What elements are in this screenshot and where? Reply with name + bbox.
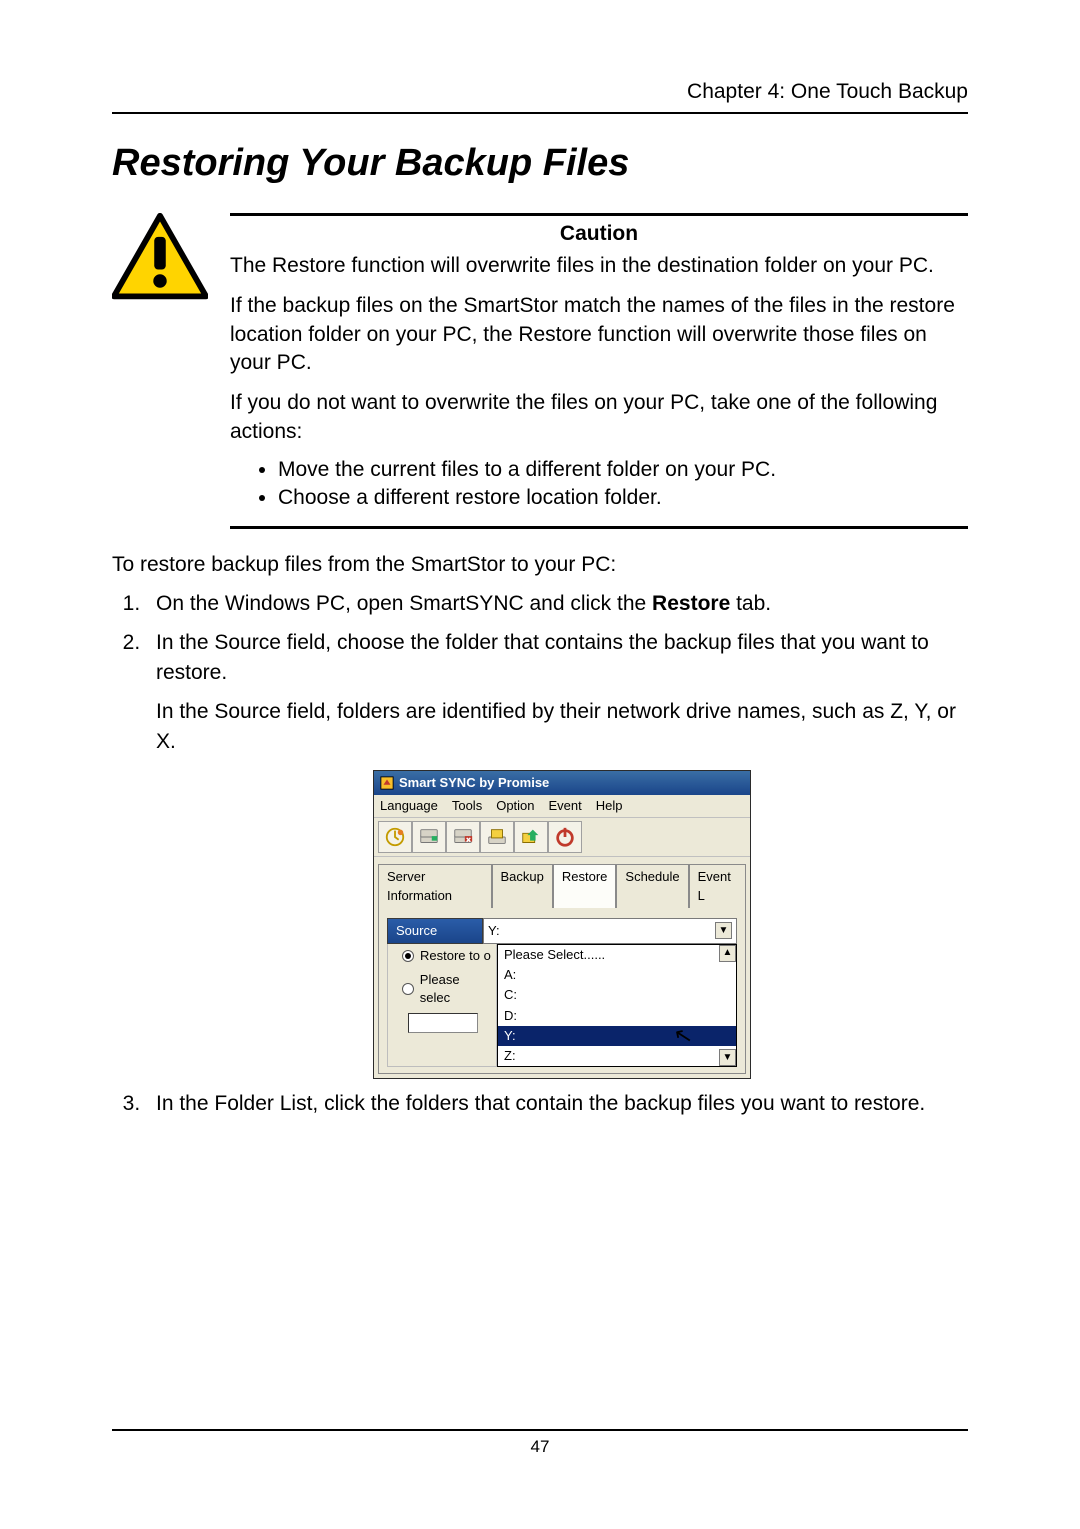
chapter-header: Chapter 4: One Touch Backup: [112, 80, 968, 114]
scrollbar[interactable]: ▲ ▼: [719, 945, 736, 1066]
menu-event[interactable]: Event: [549, 797, 582, 815]
tab-backup[interactable]: Backup: [492, 864, 553, 907]
scroll-up-icon[interactable]: ▲: [719, 945, 736, 962]
tab-schedule[interactable]: Schedule: [616, 864, 688, 907]
toolbar-server-icon[interactable]: [378, 821, 412, 853]
chevron-down-icon[interactable]: ▼: [715, 922, 732, 939]
dropdown-option-a[interactable]: A:: [498, 965, 736, 985]
radio-group: Restore to o Please selec: [387, 944, 497, 1067]
source-dropdown-list[interactable]: Please Select...... A: C: D: Y: Z: ▲ ▼: [497, 944, 737, 1067]
step-3-text: In the Folder List, click the folders th…: [156, 1092, 925, 1115]
source-dropdown[interactable]: Y: ▼: [483, 918, 737, 944]
caution-heading: Caution: [230, 222, 968, 246]
menu-tools[interactable]: Tools: [452, 797, 482, 815]
step-1-text-post: tab.: [730, 592, 771, 615]
toolbar-map-drive-icon[interactable]: [412, 821, 446, 853]
step-1: On the Windows PC, open SmartSYNC and cl…: [146, 589, 968, 618]
smart-sync-screenshot: Smart SYNC by Promise Language Tools Opt…: [156, 770, 968, 1079]
dropdown-option-d[interactable]: D:: [498, 1006, 736, 1026]
toolbar-open-share-icon[interactable]: [480, 821, 514, 853]
menu-option[interactable]: Option: [496, 797, 534, 815]
step-2: In the Source field, choose the folder t…: [146, 628, 968, 1079]
step-2-text-b: In the Source field, folders are identif…: [156, 697, 968, 756]
caution-list: Move the current files to a different fo…: [230, 458, 968, 510]
step-3: In the Folder List, click the folders th…: [146, 1089, 968, 1118]
destination-input[interactable]: [408, 1013, 478, 1033]
step-1-text-pre: On the Windows PC, open SmartSYNC and cl…: [156, 592, 652, 615]
intro-text: To restore backup files from the SmartSt…: [112, 553, 968, 577]
toolbar: [374, 817, 750, 857]
dropdown-option-z[interactable]: Z:: [498, 1046, 736, 1066]
caution-block: Caution The Restore function will overwr…: [112, 213, 968, 529]
radio-label: Please selec: [420, 971, 492, 1007]
menu-language[interactable]: Language: [380, 797, 438, 815]
source-value: Y:: [488, 922, 500, 940]
titlebar[interactable]: Smart SYNC by Promise: [374, 771, 750, 795]
app-icon: [380, 776, 394, 790]
radio-please-select[interactable]: Please selec: [388, 968, 496, 1010]
caution-paragraph-2: If the backup files on the SmartStor mat…: [230, 292, 968, 377]
menu-help[interactable]: Help: [596, 797, 623, 815]
step-2-text-a: In the Source field, choose the folder t…: [156, 628, 968, 687]
page-title: Restoring Your Backup Files: [112, 142, 968, 185]
dropdown-option-y[interactable]: Y:: [498, 1026, 736, 1046]
radio-icon: [402, 950, 414, 962]
radio-icon: [402, 983, 414, 995]
tab-bar: Server Information Backup Restore Schedu…: [374, 857, 750, 906]
dropdown-option-c[interactable]: C:: [498, 985, 736, 1005]
radio-restore-original[interactable]: Restore to o: [388, 944, 496, 968]
dropdown-placeholder[interactable]: Please Select......: [498, 945, 736, 965]
tab-restore[interactable]: Restore: [553, 864, 617, 907]
caution-icon: [112, 213, 208, 301]
restore-tab-content: Source Y: ▼ Restore to o: [378, 907, 746, 1074]
source-row: Source Y: ▼: [387, 918, 737, 944]
source-label: Source: [387, 918, 483, 944]
menubar: Language Tools Option Event Help: [374, 795, 750, 817]
options-area: Restore to o Please selec Please Select.…: [387, 944, 737, 1067]
toolbar-unmap-drive-icon[interactable]: [446, 821, 480, 853]
caution-paragraph-3: If you do not want to overwrite the file…: [230, 389, 968, 446]
toolbar-browser-icon[interactable]: [514, 821, 548, 853]
caution-bullet: Choose a different restore location fold…: [278, 486, 968, 510]
smart-sync-window: Smart SYNC by Promise Language Tools Opt…: [373, 770, 751, 1079]
tab-event-log[interactable]: Event L: [689, 864, 746, 907]
steps-list: On the Windows PC, open SmartSYNC and cl…: [112, 589, 968, 1118]
scroll-down-icon[interactable]: ▼: [719, 1049, 736, 1066]
caution-paragraph-1: The Restore function will overwrite file…: [230, 252, 968, 280]
step-1-bold: Restore: [652, 592, 730, 615]
radio-label: Restore to o: [420, 947, 491, 965]
page-number: 47: [112, 1429, 968, 1457]
caution-body: Caution The Restore function will overwr…: [230, 213, 968, 529]
document-page: Chapter 4: One Touch Backup Restoring Yo…: [0, 0, 1080, 1529]
tab-server-information[interactable]: Server Information: [378, 864, 492, 907]
toolbar-power-icon[interactable]: [548, 821, 582, 853]
caution-bullet: Move the current files to a different fo…: [278, 458, 968, 482]
titlebar-text: Smart SYNC by Promise: [399, 774, 549, 792]
